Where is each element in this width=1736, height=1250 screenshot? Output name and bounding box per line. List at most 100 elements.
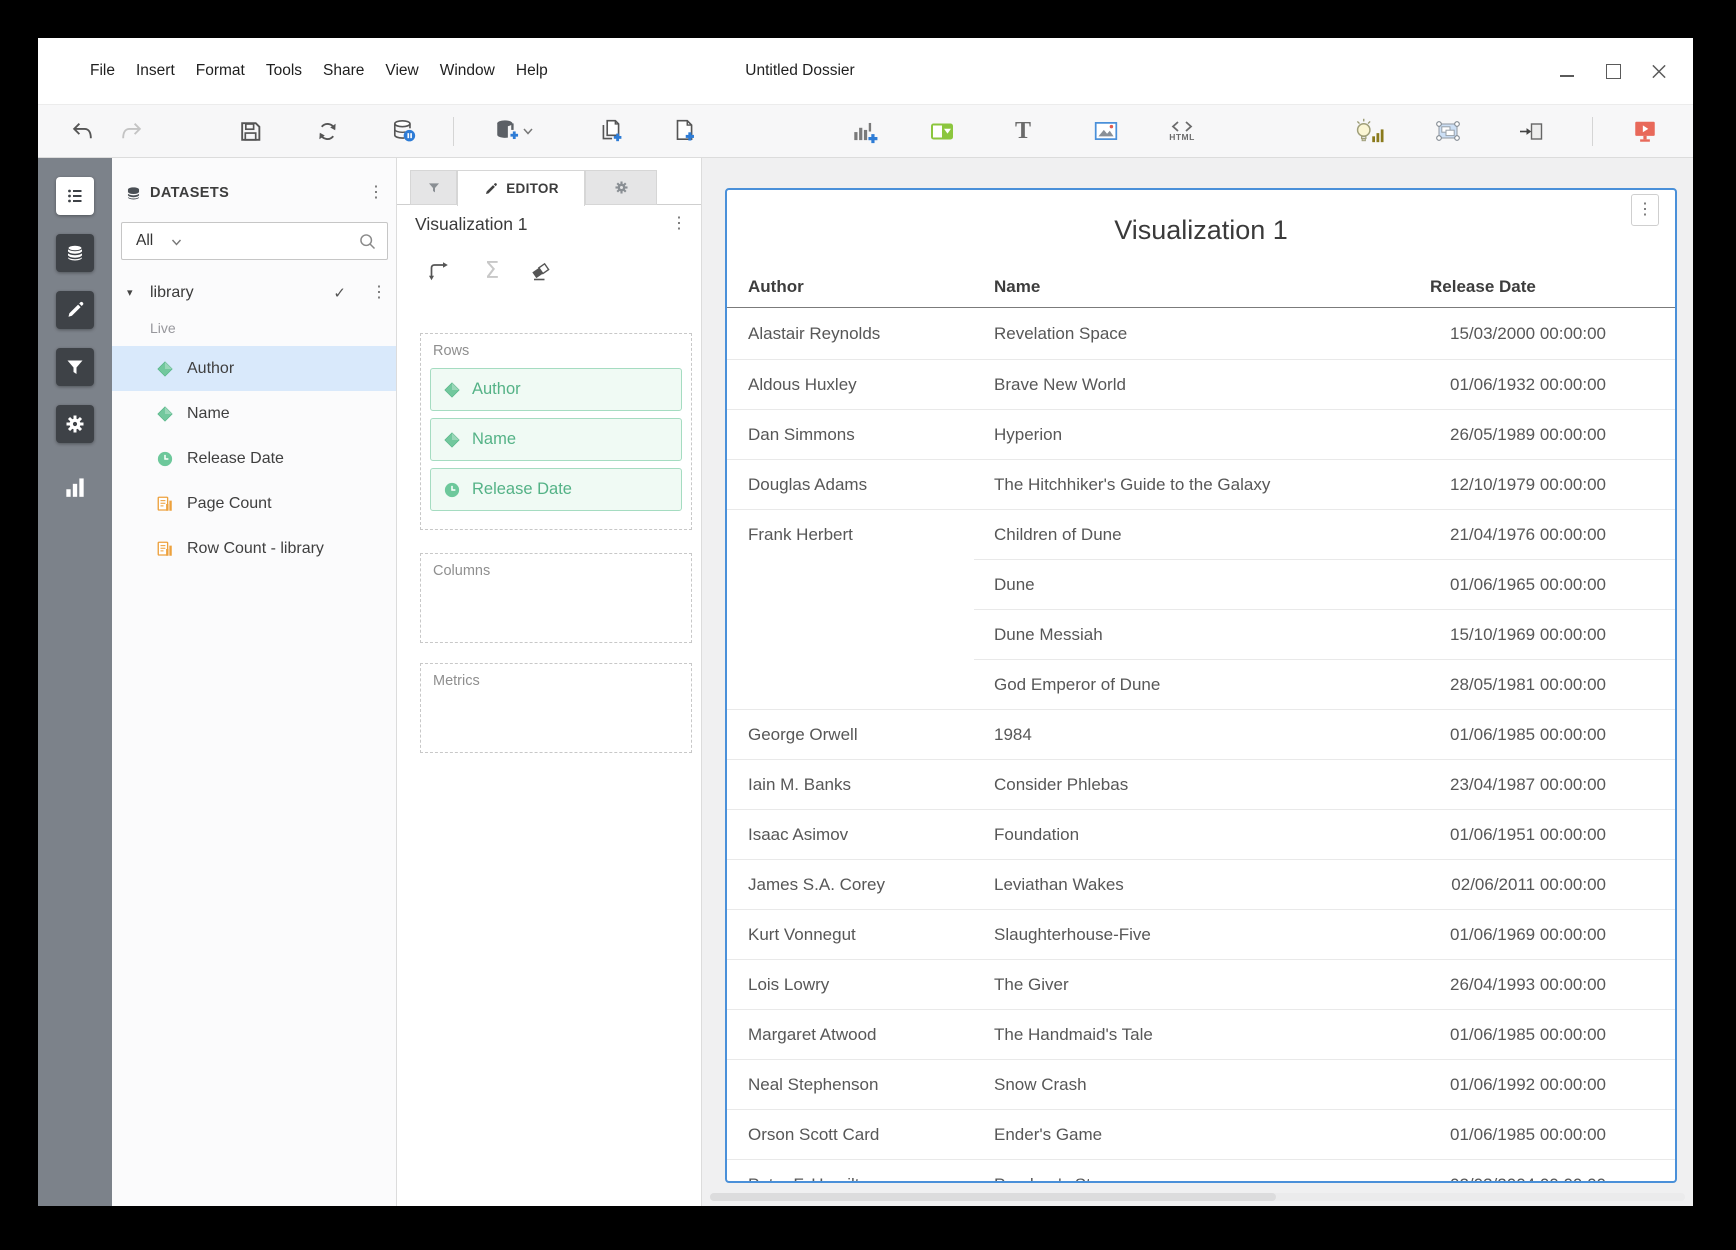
add-selector-button[interactable] <box>929 118 955 144</box>
refresh-button[interactable] <box>314 118 340 144</box>
group-objects-button[interactable] <box>1435 118 1461 144</box>
dataset-field-author[interactable]: Author <box>112 346 396 391</box>
minimize-button[interactable] <box>1559 63 1575 79</box>
table-row[interactable]: Iain M. BanksConsider Phlebas23/04/1987 … <box>727 759 1675 809</box>
window-title: Untitled Dossier <box>700 38 900 104</box>
clear-button[interactable] <box>528 258 554 284</box>
tab-editor[interactable]: EDITOR <box>457 170 585 206</box>
present-button[interactable] <box>1632 118 1658 144</box>
datasets-menu-button[interactable]: ⋮ <box>368 185 384 201</box>
dataset-filter-value[interactable]: All <box>136 232 153 250</box>
menu-window[interactable]: Window <box>438 58 497 84</box>
add-html-button[interactable]: HTML <box>1165 118 1199 144</box>
table-row[interactable]: Orson Scott CardEnder's Game01/06/1985 0… <box>727 1109 1675 1159</box>
dataset-status-button[interactable] <box>391 118 417 144</box>
dataset-field-release-date[interactable]: Release Date <box>112 436 396 481</box>
table-row[interactable]: George Orwell198401/06/1985 00:00:00 <box>727 709 1675 759</box>
table-row[interactable]: Aldous HuxleyBrave New World01/06/1932 0… <box>727 359 1675 409</box>
menu-tools[interactable]: Tools <box>264 58 304 84</box>
undo-button[interactable] <box>69 118 95 144</box>
save-button[interactable] <box>237 118 263 144</box>
cell-name: Dune <box>974 559 1412 609</box>
table-row[interactable]: Kurt VonnegutSlaughterhouse-Five01/06/19… <box>727 909 1675 959</box>
table-row[interactable]: Neal StephensonSnow Crash01/06/1992 00:0… <box>727 1059 1675 1109</box>
cell-name: The Hitchhiker's Guide to the Galaxy <box>974 459 1412 509</box>
metrics-drop-zone[interactable]: Metrics <box>420 663 692 753</box>
menu-share[interactable]: Share <box>321 58 366 84</box>
cell-author: Kurt Vonnegut <box>727 909 974 959</box>
filter-tab-icon <box>426 180 442 196</box>
add-data-button[interactable] <box>493 118 535 144</box>
rows-pill-author[interactable]: Author <box>430 368 682 411</box>
visualization-panel[interactable]: Visualization 1 ⋮ AuthorNameRelease Date… <box>725 188 1677 1183</box>
rail-datasets-button[interactable] <box>56 234 94 272</box>
tab-filter[interactable] <box>410 170 457 205</box>
expand-triangle-icon[interactable]: ▾ <box>127 286 133 299</box>
add-visualization-button[interactable] <box>850 118 880 144</box>
rail-settings-button[interactable] <box>56 405 94 443</box>
menu-help[interactable]: Help <box>514 58 550 84</box>
dataset-library-row[interactable]: ▾ library ✓ ⋮ <box>112 282 396 310</box>
table-row[interactable]: Dan SimmonsHyperion26/05/1989 00:00:00 <box>727 409 1675 459</box>
scrollbar-thumb[interactable] <box>710 1193 1276 1201</box>
search-icon[interactable] <box>357 231 378 252</box>
pencil-icon <box>483 181 499 197</box>
table-row[interactable]: Dune01/06/1965 00:00:00 <box>727 559 1675 609</box>
add-text-button[interactable]: T <box>1010 118 1036 144</box>
menu-format[interactable]: Format <box>194 58 247 84</box>
visualization-menu-button[interactable]: ⋮ <box>1631 194 1659 226</box>
collapse-panel-button[interactable] <box>1518 118 1544 144</box>
table-row[interactable]: God Emperor of Dune28/05/1981 00:00:00 <box>727 659 1675 709</box>
cell-release-date: 28/05/1981 00:00:00 <box>1412 659 1675 709</box>
dataset-mode-label: Live <box>150 320 176 336</box>
dataset-field-row-count-library[interactable]: Row Count - library <box>112 526 396 571</box>
dataset-field-list: AuthorName Release Date Page CountRow Coun… <box>112 346 396 571</box>
dataset-field-name[interactable]: Name <box>112 391 396 436</box>
dataset-menu-button[interactable]: ⋮ <box>371 285 387 301</box>
insights-button[interactable] <box>1351 118 1385 144</box>
table-row[interactable]: Frank HerbertChildren of Dune21/04/1976 … <box>727 509 1675 559</box>
totals-button[interactable]: Σ <box>479 258 505 284</box>
add-image-button[interactable] <box>1093 118 1119 144</box>
dataset-search-box[interactable]: All <box>121 222 388 260</box>
columns-drop-zone[interactable]: Columns <box>420 553 692 643</box>
rail-format-button[interactable] <box>56 291 94 329</box>
rail-filter-button[interactable] <box>56 348 94 386</box>
duplicate-page-button[interactable] <box>598 118 624 144</box>
menu-file[interactable]: File <box>88 58 117 84</box>
rail-contents-button[interactable] <box>56 177 94 215</box>
title-bar: File Insert Format Tools Share View Wind… <box>38 38 1693 104</box>
bar-chart-icon <box>62 473 88 499</box>
dataset-field-page-count[interactable]: Page Count <box>112 481 396 526</box>
column-header-name[interactable]: Name <box>974 266 1412 307</box>
rows-pill-release-date[interactable]: Release Date <box>430 468 682 511</box>
column-header-author[interactable]: Author <box>727 266 974 307</box>
selector-icon <box>929 118 955 144</box>
redo-icon <box>119 119 144 144</box>
table-row[interactable]: Douglas AdamsThe Hitchhiker's Guide to t… <box>727 459 1675 509</box>
cell-release-date: 01/06/1965 00:00:00 <box>1412 559 1675 609</box>
swap-axes-button[interactable] <box>425 258 451 284</box>
column-header-release-date[interactable]: Release Date <box>1412 266 1675 307</box>
table-row[interactable]: Peter F. HamiltonPandora's Star02/03/200… <box>727 1159 1675 1181</box>
maximize-button[interactable] <box>1605 63 1621 79</box>
rail-visualizations-button[interactable] <box>56 467 94 505</box>
table-row[interactable]: James S.A. CoreyLeviathan Wakes02/06/201… <box>727 859 1675 909</box>
table-row[interactable]: Alastair ReynoldsRevelation Space15/03/2… <box>727 309 1675 359</box>
add-page-button[interactable] <box>671 118 697 144</box>
field-label: Release Date <box>187 450 284 468</box>
table-row[interactable]: Lois LowryThe Giver26/04/1993 00:00:00 <box>727 959 1675 1009</box>
table-row[interactable]: Dune Messiah15/10/1969 00:00:00 <box>727 609 1675 659</box>
horizontal-scrollbar[interactable] <box>710 1193 1685 1201</box>
menu-insert[interactable]: Insert <box>134 58 177 84</box>
close-button[interactable] <box>1651 63 1667 79</box>
editor-viz-menu-button[interactable]: ⋮ <box>671 216 687 232</box>
rows-pill-name[interactable]: Name <box>430 418 682 461</box>
attribute-icon <box>156 360 174 378</box>
redo-button[interactable] <box>118 118 144 144</box>
table-row[interactable]: Margaret AtwoodThe Handmaid's Tale01/06/… <box>727 1009 1675 1059</box>
menu-view[interactable]: View <box>383 58 420 84</box>
tab-properties[interactable] <box>585 170 657 205</box>
table-row[interactable]: Isaac AsimovFoundation01/06/1951 00:00:0… <box>727 809 1675 859</box>
rows-drop-zone[interactable]: Rows AuthorNameRelease Date <box>420 333 692 530</box>
